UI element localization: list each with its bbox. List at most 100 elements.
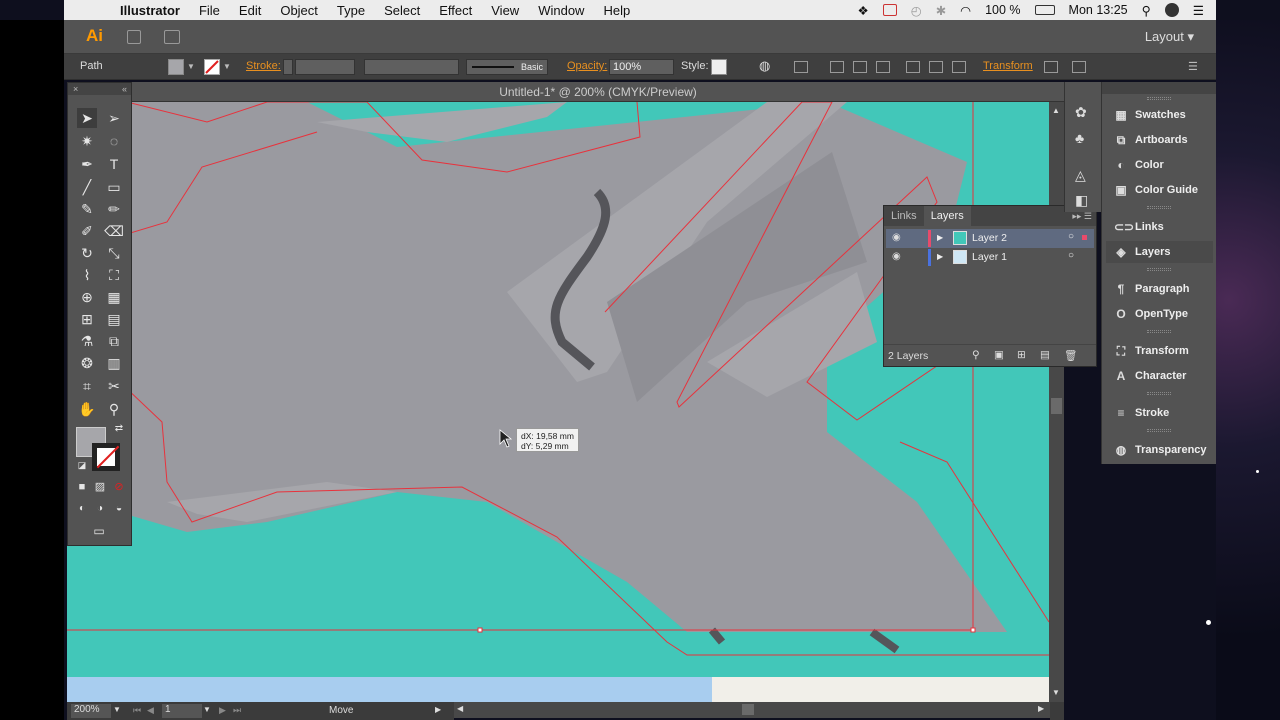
panel-menu-icon[interactable]: ▸▸ ☰ <box>1072 211 1096 222</box>
rotate-tool-icon[interactable]: ↻ <box>77 243 97 263</box>
menu-file[interactable]: File <box>199 3 220 18</box>
dock-item-character[interactable]: A Character <box>1106 365 1213 387</box>
grip[interactable] <box>1147 330 1171 333</box>
none-mode-icon[interactable]: ⊘ <box>109 477 129 497</box>
control-panel-menu-icon[interactable]: ☰ <box>1188 60 1198 73</box>
gradient-mode-icon[interactable]: ▨ <box>90 477 110 497</box>
horizontal-scrollbar[interactable]: ◀ ▶ <box>454 702 1050 718</box>
scroll-down-icon[interactable]: ▼ <box>1052 688 1060 697</box>
layer-row-layer-2[interactable]: ◉ ▶ Layer 2 ○ <box>886 229 1094 248</box>
mesh-tool-icon[interactable]: ⊞ <box>77 309 97 329</box>
menu-edit[interactable]: Edit <box>239 3 261 18</box>
tools-panel-header[interactable]: × « <box>68 83 131 95</box>
layer-name[interactable]: Layer 2 <box>972 232 1007 244</box>
shape-options-icon[interactable] <box>1072 61 1086 73</box>
stroke-color-swatch[interactable] <box>204 59 220 75</box>
symbol-sprayer-tool-icon[interactable]: ❂ <box>77 353 97 373</box>
bluetooth-icon[interactable]: ✱ <box>936 3 946 18</box>
stroke-weight-input[interactable] <box>295 59 355 75</box>
opacity-link[interactable]: Opacity: <box>567 60 607 72</box>
dock-item-color-guide[interactable]: ▣ Color Guide <box>1106 179 1213 201</box>
spotlight-search-icon[interactable]: ⚲ <box>1142 3 1151 18</box>
eyedropper-tool-icon[interactable]: ⚗ <box>77 331 97 351</box>
rectangle-tool-icon[interactable]: ▭ <box>104 177 124 197</box>
selection-tool-icon[interactable]: ➤ <box>77 108 97 128</box>
blend-tool-icon[interactable]: ⧉ <box>104 331 124 351</box>
align-to-icon[interactable] <box>794 61 808 73</box>
default-fill-stroke-icon[interactable]: ◪ <box>72 455 92 475</box>
artboard-number-field[interactable]: 1 <box>162 704 202 718</box>
perspective-grid-tool-icon[interactable]: ▦ <box>104 287 124 307</box>
zoom-field[interactable]: 200% <box>71 704 111 718</box>
menu-effect[interactable]: Effect <box>439 3 472 18</box>
layer-name[interactable]: Layer 1 <box>972 251 1007 263</box>
grip[interactable] <box>1147 268 1171 271</box>
artboard-tool-icon[interactable]: ⌗ <box>77 376 97 396</box>
bridge-icon[interactable] <box>127 30 141 44</box>
tab-layers[interactable]: Layers <box>923 206 971 226</box>
new-sublayer-icon[interactable]: ⊞ <box>1017 349 1026 361</box>
new-layer-icon[interactable]: ▤ <box>1040 349 1050 361</box>
opacity-input[interactable]: 100% <box>609 59 674 75</box>
artboard-canvas[interactable] <box>67 102 1049 677</box>
horizontal-scroll-thumb[interactable] <box>742 704 754 715</box>
notification-center-icon[interactable]: ☰ <box>1193 3 1204 18</box>
grip[interactable] <box>1147 429 1171 432</box>
selection-handle[interactable] <box>477 627 483 633</box>
brush-definition-dropdown[interactable]: Basic <box>466 59 548 75</box>
pencil-tool-icon[interactable]: ✏ <box>104 199 124 219</box>
free-transform-tool-icon[interactable]: ⛶ <box>104 265 124 285</box>
draw-normal-icon[interactable]: ◐ <box>72 499 92 519</box>
magic-wand-tool-icon[interactable]: ✷ <box>77 131 97 151</box>
recolor-artwork-icon[interactable]: ◍ <box>759 58 770 74</box>
symbols-icon[interactable]: ♣ <box>1075 130 1084 146</box>
selection-handle[interactable] <box>970 627 976 633</box>
target-circle-icon[interactable]: ○ <box>1068 231 1074 242</box>
user-avatar-icon[interactable] <box>1164 3 1179 17</box>
dock-item-color[interactable]: ◐ Color <box>1106 154 1213 176</box>
blob-brush-tool-icon[interactable]: ✐ <box>77 221 97 241</box>
dock-item-opentype[interactable]: O OpenType <box>1106 303 1213 325</box>
scroll-right-icon[interactable]: ▶ <box>1038 704 1044 713</box>
dock-item-swatches[interactable]: ▦ Swatches <box>1106 104 1213 126</box>
appearance-icon[interactable]: ◧ <box>1075 192 1088 209</box>
variable-width-profile[interactable] <box>364 59 459 75</box>
grip[interactable] <box>1147 97 1171 100</box>
align-middle-icon[interactable] <box>929 61 943 73</box>
workspace-switcher[interactable]: Layout ▾ <box>1145 29 1194 45</box>
width-tool-icon[interactable]: ⌇ <box>77 265 97 285</box>
menu-object[interactable]: Object <box>280 3 318 18</box>
wifi-icon[interactable]: ◠ <box>960 3 971 18</box>
status-menu-icon[interactable]: ▶ <box>435 705 441 714</box>
visibility-eye-icon[interactable]: ◉ <box>892 251 901 262</box>
map-artwork[interactable] <box>67 102 1049 677</box>
graphic-style-swatch[interactable] <box>711 59 727 75</box>
stroke-dropdown-icon[interactable]: ▼ <box>223 62 231 71</box>
brushes-icon[interactable]: ✿ <box>1075 104 1087 121</box>
locate-object-icon[interactable]: ⚲ <box>972 349 980 361</box>
swap-fill-stroke-icon[interactable]: ⇄ <box>109 419 129 439</box>
graphic-styles-icon[interactable]: ◬ <box>1075 167 1086 184</box>
transform-link[interactable]: Transform <box>983 60 1033 72</box>
dock-item-transform[interactable]: ⛶ Transform <box>1106 340 1213 362</box>
scale-tool-icon[interactable]: ⤡ <box>104 243 124 263</box>
align-center-icon[interactable] <box>853 61 867 73</box>
dock-item-transparency[interactable]: ◍ Transparency <box>1106 439 1213 461</box>
gradient-tool-icon[interactable]: ▤ <box>104 309 124 329</box>
arrange-documents-icon[interactable] <box>164 30 180 44</box>
clipping-mask-icon[interactable]: ▣ <box>994 349 1004 361</box>
next-artboard-icon[interactable]: ▶ <box>219 705 226 716</box>
color-mode-icon[interactable]: ■ <box>72 477 92 497</box>
zoom-tool-icon[interactable]: ⚲ <box>104 399 124 419</box>
line-tool-icon[interactable]: ╱ <box>77 177 97 197</box>
shape-builder-tool-icon[interactable]: ⊕ <box>77 287 97 307</box>
time-machine-icon[interactable]: ◴ <box>911 3 922 18</box>
align-right-icon[interactable] <box>876 61 890 73</box>
selected-art-indicator[interactable] <box>1082 235 1087 240</box>
menu-help[interactable]: Help <box>603 3 630 18</box>
draw-inside-icon[interactable]: ◒ <box>109 499 129 519</box>
target-circle-icon[interactable]: ○ <box>1068 250 1074 261</box>
screen-mode-icon[interactable]: ▭ <box>89 521 109 541</box>
direct-selection-tool-icon[interactable]: ➢ <box>104 108 124 128</box>
column-graph-tool-icon[interactable]: ▥ <box>104 353 124 373</box>
